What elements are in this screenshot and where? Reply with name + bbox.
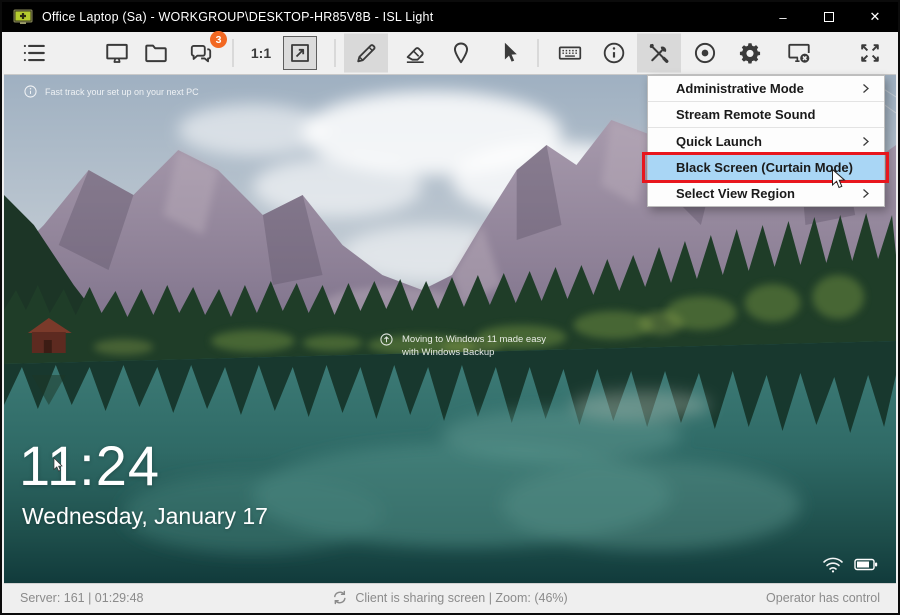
menu-item-label: Select View Region: [676, 186, 795, 201]
isl-light-app-icon: [13, 9, 33, 25]
chat-button[interactable]: 3: [181, 34, 221, 72]
lock-tip-center-line1: Moving to Windows 11 made easy: [402, 333, 546, 346]
submenu-chevron-icon: [860, 188, 871, 199]
menu-item-quick-launch[interactable]: Quick Launch: [648, 128, 884, 154]
menu-item-label: Quick Launch: [676, 134, 762, 149]
menu-item-administrative-mode[interactable]: Administrative Mode: [648, 76, 884, 102]
pointer-button[interactable]: [489, 34, 529, 72]
lock-status-icons: [822, 556, 878, 573]
folder-icon: [143, 40, 169, 66]
tools-icon: [646, 40, 672, 66]
chat-unread-badge: 3: [210, 31, 227, 48]
record-icon: [692, 40, 718, 66]
wifi-icon: [822, 556, 844, 573]
gear-icon: [737, 40, 763, 66]
status-bar: Server: 161 | 01:29:48 Client is sharing…: [4, 583, 896, 611]
windows-backup-icon: [380, 333, 393, 346]
toolbar-separator: [538, 39, 539, 67]
close-icon: ✕: [870, 9, 881, 25]
info-button[interactable]: [594, 34, 634, 72]
info-circle-icon: [24, 85, 37, 98]
menu-item-black-screen-curtain-mode[interactable]: Black Screen (Curtain Mode): [648, 154, 884, 180]
desktop-view-button[interactable]: [97, 34, 137, 72]
fullscreen-button[interactable]: [850, 34, 890, 72]
close-button[interactable]: ✕: [852, 2, 898, 32]
menu-item-label: Black Screen (Curtain Mode): [676, 160, 853, 175]
draw-button[interactable]: [344, 34, 388, 73]
file-transfer-button[interactable]: [136, 34, 176, 72]
laser-pointer-button[interactable]: [441, 34, 481, 72]
status-center: Client is sharing screen | Zoom: (46%): [332, 590, 567, 605]
eraser-icon: [402, 40, 428, 66]
lock-tip-top: Fast track your set up on your next PC: [24, 85, 199, 98]
fit-to-screen-button[interactable]: [283, 36, 317, 70]
status-control-text: Operator has control: [766, 591, 880, 605]
scale-1to1-label: 1:1: [251, 45, 271, 61]
window-title: Office Laptop (Sa) - WORKGROUP\DESKTOP-H…: [42, 10, 433, 24]
pointer-icon: [496, 40, 522, 66]
lock-clock-time: 11:24: [19, 433, 160, 498]
menu-item-label: Stream Remote Sound: [676, 107, 815, 122]
minimize-icon: –: [779, 10, 786, 25]
keyboard-icon: [557, 40, 583, 66]
lock-clock-date: Wednesday, January 17: [22, 503, 268, 530]
menu-item-label: Administrative Mode: [676, 81, 804, 96]
minimize-button[interactable]: –: [760, 2, 806, 32]
fullscreen-expand-icon: [857, 40, 883, 66]
menu-item-stream-remote-sound[interactable]: Stream Remote Sound: [648, 102, 884, 128]
monitor-disable-icon: [786, 40, 812, 66]
session-list-button[interactable]: [14, 34, 54, 72]
keyboard-button[interactable]: [550, 34, 590, 72]
scale-1to1-button[interactable]: 1:1: [241, 34, 281, 72]
status-sharing-text: Client is sharing screen | Zoom: (46%): [355, 591, 567, 605]
session-list-icon: [21, 40, 47, 66]
maximize-icon: [824, 12, 834, 22]
remote-cursor: [53, 457, 65, 473]
laser-pointer-icon: [448, 40, 474, 66]
fit-to-screen-icon: [288, 41, 312, 65]
disable-remote-screen-button[interactable]: [779, 34, 819, 72]
titlebar: Office Laptop (Sa) - WORKGROUP\DESKTOP-H…: [2, 2, 898, 32]
toolbar-separator: [335, 39, 336, 67]
lock-tip-center-line2: with Windows Backup: [402, 346, 546, 359]
info-icon: [601, 40, 627, 66]
battery-icon: [854, 558, 878, 571]
chat-icon: [188, 40, 214, 66]
settings-button[interactable]: [730, 34, 770, 72]
record-button[interactable]: [685, 34, 725, 72]
mouse-cursor: [831, 168, 848, 192]
menu-item-select-view-region[interactable]: Select View Region: [648, 180, 884, 206]
lock-tip-center: Moving to Windows 11 made easy with Wind…: [380, 333, 546, 359]
submenu-chevron-icon: [860, 136, 871, 147]
lock-tip-top-text: Fast track your set up on your next PC: [45, 87, 199, 97]
toolbar-separator: [233, 39, 234, 67]
monitor-icon: [104, 40, 130, 66]
app-window: Office Laptop (Sa) - WORKGROUP\DESKTOP-H…: [0, 0, 900, 615]
tools-dropdown-menu: Administrative Mode Stream Remote Sound …: [647, 75, 885, 207]
status-server-info: Server: 161 | 01:29:48: [20, 591, 143, 605]
maximize-button[interactable]: [806, 2, 852, 32]
eraser-button[interactable]: [395, 34, 435, 72]
pencil-icon: [353, 40, 379, 66]
toolbar: 3 1:1: [4, 32, 896, 75]
sync-icon: [332, 590, 347, 605]
submenu-chevron-icon: [860, 83, 871, 94]
tools-button[interactable]: [637, 34, 681, 73]
